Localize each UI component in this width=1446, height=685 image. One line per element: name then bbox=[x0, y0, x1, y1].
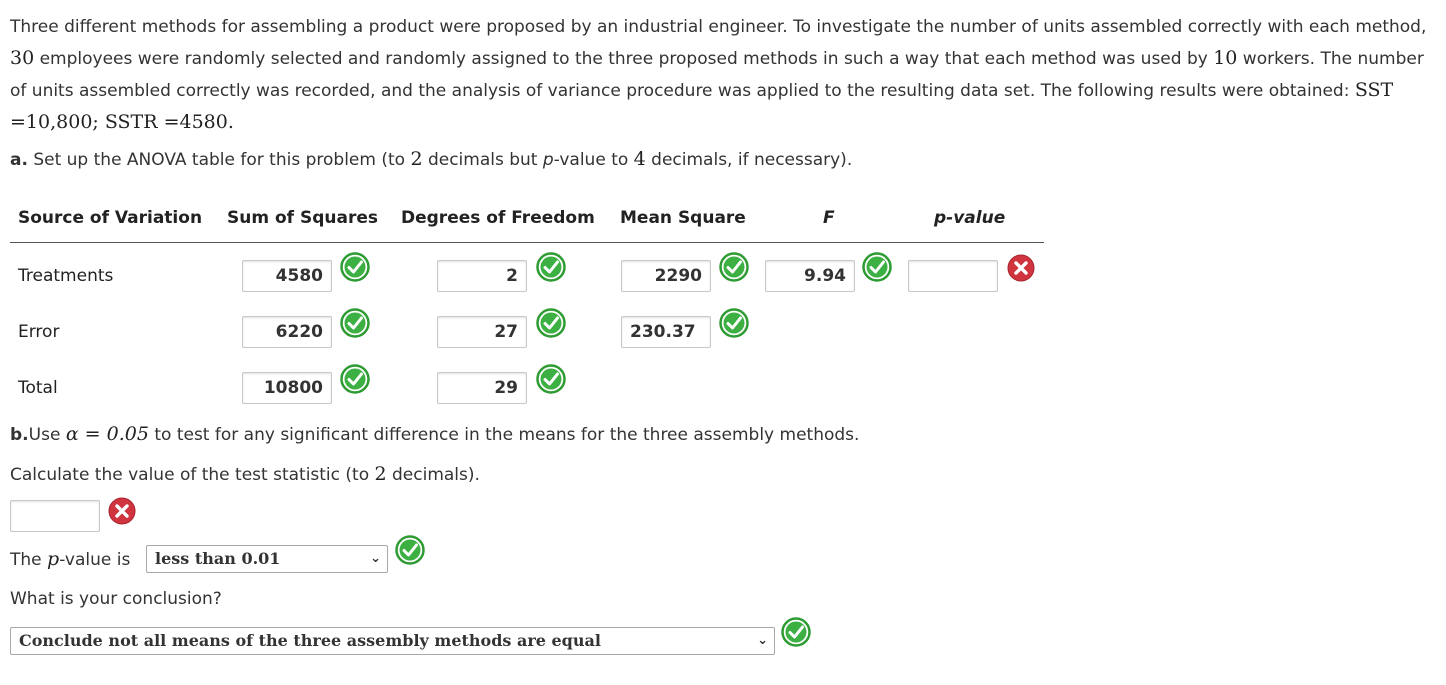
row-label-error: Error bbox=[18, 322, 60, 342]
row-label-treatments: Treatments bbox=[18, 266, 114, 286]
workers-count: 10 bbox=[1213, 47, 1238, 69]
part-a-label: a. bbox=[10, 150, 28, 170]
check-circle-icon bbox=[781, 617, 811, 647]
problem-text-2: employees were randomly selected and ran… bbox=[34, 49, 1214, 69]
conclusion-select[interactable]: Conclude not all means of the three asse… bbox=[10, 627, 775, 655]
x-circle-icon bbox=[107, 496, 137, 526]
part-a-text-2: decimals but bbox=[422, 150, 543, 170]
pvalue-prompt: The p-value is bbox=[10, 548, 130, 570]
part-b-text-2: to test for any significant difference i… bbox=[148, 425, 860, 445]
chevron-down-icon: ⌄ bbox=[370, 551, 381, 566]
pvalue-var: p bbox=[47, 548, 60, 570]
part-a-text-4: decimals, if necessary). bbox=[645, 150, 853, 170]
header-mean-square: Mean Square bbox=[620, 208, 746, 228]
total-df-input[interactable]: 29 bbox=[437, 372, 527, 404]
check-circle-icon bbox=[395, 535, 425, 565]
part-a-text-1: Set up the ANOVA table for this problem … bbox=[27, 150, 411, 170]
treatments-df-input[interactable]: 2 bbox=[437, 260, 527, 292]
part-b-text-1: Use bbox=[28, 425, 66, 445]
test-statistic-prompt: Calculate the value of the test statisti… bbox=[10, 463, 480, 485]
check-circle-icon bbox=[340, 308, 370, 338]
check-circle-icon bbox=[536, 308, 566, 338]
calc-text-1: Calculate the value of the test statisti… bbox=[10, 465, 375, 485]
problem-statement: Three different methods for assembling a… bbox=[10, 12, 1440, 139]
row-label-total: Total bbox=[18, 378, 58, 398]
problem-text-1: Three different methods for assembling a… bbox=[10, 17, 1427, 37]
header-p-value: p-value bbox=[934, 208, 1006, 228]
treatments-ms-input[interactable]: 2290 bbox=[621, 260, 711, 292]
chevron-down-icon: ⌄ bbox=[757, 633, 768, 648]
table-header-divider bbox=[10, 242, 1044, 243]
pvalue-selected-text: less than 0.01 bbox=[155, 549, 281, 568]
header-source: Source of Variation bbox=[18, 208, 203, 228]
error-ss-input[interactable]: 6220 bbox=[242, 316, 332, 348]
header-degrees-of-freedom: Degrees of Freedom bbox=[401, 208, 595, 228]
check-circle-icon bbox=[719, 252, 749, 282]
check-circle-icon bbox=[536, 252, 566, 282]
x-circle-icon bbox=[1006, 253, 1036, 283]
sstr-value: SSTR =4580. bbox=[104, 111, 234, 133]
conclusion-selected-text: Conclude not all means of the three asse… bbox=[19, 631, 601, 650]
check-circle-icon bbox=[340, 364, 370, 394]
part-a-prompt: a. Set up the ANOVA table for this probl… bbox=[10, 148, 852, 170]
calc-decimals: 2 bbox=[374, 463, 387, 485]
header-sum-of-squares: Sum of Squares bbox=[227, 208, 378, 228]
employees-count: 30 bbox=[10, 47, 35, 69]
part-b-label: b. bbox=[10, 425, 29, 445]
test-statistic-input[interactable] bbox=[10, 500, 100, 532]
part-a-p-var: p bbox=[542, 150, 554, 170]
pvalue-prefix: The bbox=[10, 550, 48, 570]
check-circle-icon bbox=[862, 252, 892, 282]
conclusion-question: What is your conclusion? bbox=[10, 589, 222, 609]
pvalue-select[interactable]: less than 0.01 ⌄ bbox=[146, 545, 388, 573]
treatments-f-input[interactable]: 9.94 bbox=[765, 260, 855, 292]
total-ss-input[interactable]: 10800 bbox=[242, 372, 332, 404]
check-circle-icon bbox=[719, 308, 749, 338]
treatments-ss-input[interactable]: 4580 bbox=[242, 260, 332, 292]
error-ms-input[interactable]: 230.37 bbox=[621, 316, 711, 348]
alpha-value: α = 0.05 bbox=[65, 423, 149, 445]
check-circle-icon bbox=[536, 364, 566, 394]
treatments-pvalue-input[interactable] bbox=[908, 260, 998, 292]
calc-text-2: decimals). bbox=[386, 465, 480, 485]
check-circle-icon bbox=[340, 252, 370, 282]
part-b-prompt: b.Use α = 0.05 to test for any significa… bbox=[10, 423, 859, 445]
part-a-decimals: 2 bbox=[410, 148, 423, 170]
header-f: F bbox=[823, 208, 835, 228]
sst-separator: ; bbox=[92, 111, 105, 133]
error-df-input[interactable]: 27 bbox=[437, 316, 527, 348]
part-a-text-3: -value to bbox=[553, 150, 634, 170]
pvalue-suffix: -value is bbox=[59, 550, 131, 570]
part-a-pvalue-decimals: 4 bbox=[633, 148, 646, 170]
